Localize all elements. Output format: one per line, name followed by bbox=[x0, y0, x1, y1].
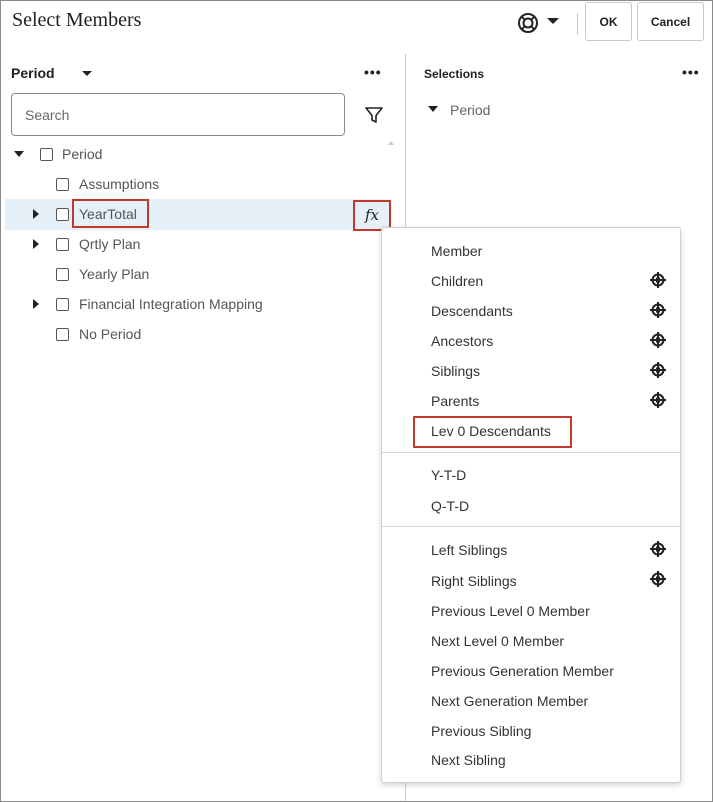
tree-item-label: No Period bbox=[79, 326, 142, 342]
caret-right-icon[interactable] bbox=[33, 209, 39, 219]
menu-item-ancestors[interactable]: Ancestors bbox=[431, 333, 493, 349]
target-icon[interactable] bbox=[649, 301, 667, 319]
menu-item-next-sibling[interactable]: Next Sibling bbox=[431, 752, 506, 768]
menu-item-left-siblings[interactable]: Left Siblings bbox=[431, 542, 507, 558]
menu-item-siblings[interactable]: Siblings bbox=[431, 363, 480, 379]
tree-item-label: YearTotal bbox=[79, 206, 137, 222]
menu-item-member[interactable]: Member bbox=[431, 243, 482, 259]
function-menu: Member Children Descendants Ancestors Si… bbox=[381, 227, 681, 783]
tree-item-label: Yearly Plan bbox=[79, 266, 150, 282]
target-icon[interactable] bbox=[649, 361, 667, 379]
menu-item-next-level0-member[interactable]: Next Level 0 Member bbox=[431, 633, 564, 649]
menu-item-lev0-descendants[interactable]: Lev 0 Descendants bbox=[431, 423, 551, 439]
selection-item[interactable]: Period bbox=[450, 102, 490, 118]
header-divider bbox=[577, 13, 578, 35]
search-input[interactable] bbox=[11, 93, 345, 136]
menu-item-qtd[interactable]: Q-T-D bbox=[431, 498, 469, 514]
chevron-down-icon[interactable] bbox=[547, 18, 559, 24]
ok-button[interactable]: OK bbox=[585, 2, 632, 41]
checkbox[interactable] bbox=[56, 208, 69, 221]
menu-item-descendants[interactable]: Descendants bbox=[431, 303, 513, 319]
cancel-button[interactable]: Cancel bbox=[637, 2, 704, 41]
menu-item-ytd[interactable]: Y-T-D bbox=[431, 467, 466, 483]
target-icon[interactable] bbox=[649, 271, 667, 289]
menu-item-previous-generation-member[interactable]: Previous Generation Member bbox=[431, 663, 614, 679]
dialog-title: Select Members bbox=[12, 9, 142, 31]
tree-item-label: Qrtly Plan bbox=[79, 236, 141, 252]
caret-right-icon[interactable] bbox=[33, 239, 39, 249]
checkbox[interactable] bbox=[56, 268, 69, 281]
target-icon[interactable] bbox=[649, 391, 667, 409]
menu-item-children[interactable]: Children bbox=[431, 273, 483, 289]
tree-item-label: Assumptions bbox=[79, 176, 160, 192]
checkbox[interactable] bbox=[56, 328, 69, 341]
menu-item-right-siblings[interactable]: Right Siblings bbox=[431, 573, 517, 589]
checkbox[interactable] bbox=[56, 178, 69, 191]
target-icon[interactable] bbox=[649, 570, 667, 588]
checkbox[interactable] bbox=[56, 298, 69, 311]
help-lifebuoy-icon[interactable] bbox=[516, 11, 540, 35]
target-icon[interactable] bbox=[649, 540, 667, 558]
more-options-icon[interactable]: ••• bbox=[682, 64, 700, 80]
selections-title: Selections bbox=[424, 67, 485, 81]
caret-down-icon[interactable] bbox=[14, 151, 24, 157]
chevron-down-icon[interactable] bbox=[82, 71, 92, 76]
menu-divider bbox=[382, 526, 680, 527]
menu-item-previous-level0-member[interactable]: Previous Level 0 Member bbox=[431, 603, 590, 619]
caret-down-icon[interactable] bbox=[428, 106, 438, 112]
filter-icon[interactable] bbox=[364, 105, 384, 125]
menu-divider bbox=[382, 452, 680, 453]
scroll-up-arrow[interactable] bbox=[388, 141, 394, 145]
menu-item-parents[interactable]: Parents bbox=[431, 393, 479, 409]
tree-item-label: Period bbox=[62, 146, 103, 162]
dimension-label[interactable]: Period bbox=[11, 65, 55, 81]
checkbox[interactable] bbox=[40, 148, 53, 161]
tree-item-label: Financial Integration Mapping bbox=[79, 296, 263, 312]
menu-item-previous-sibling[interactable]: Previous Sibling bbox=[431, 723, 531, 739]
more-options-icon[interactable]: ••• bbox=[364, 64, 382, 80]
menu-item-next-generation-member[interactable]: Next Generation Member bbox=[431, 693, 588, 709]
caret-right-icon[interactable] bbox=[33, 299, 39, 309]
function-fx-button[interactable]: fx bbox=[356, 203, 388, 227]
select-members-dialog: Select Members OK Cancel Period ••• Peri… bbox=[0, 0, 713, 802]
checkbox[interactable] bbox=[56, 238, 69, 251]
target-icon[interactable] bbox=[649, 331, 667, 349]
